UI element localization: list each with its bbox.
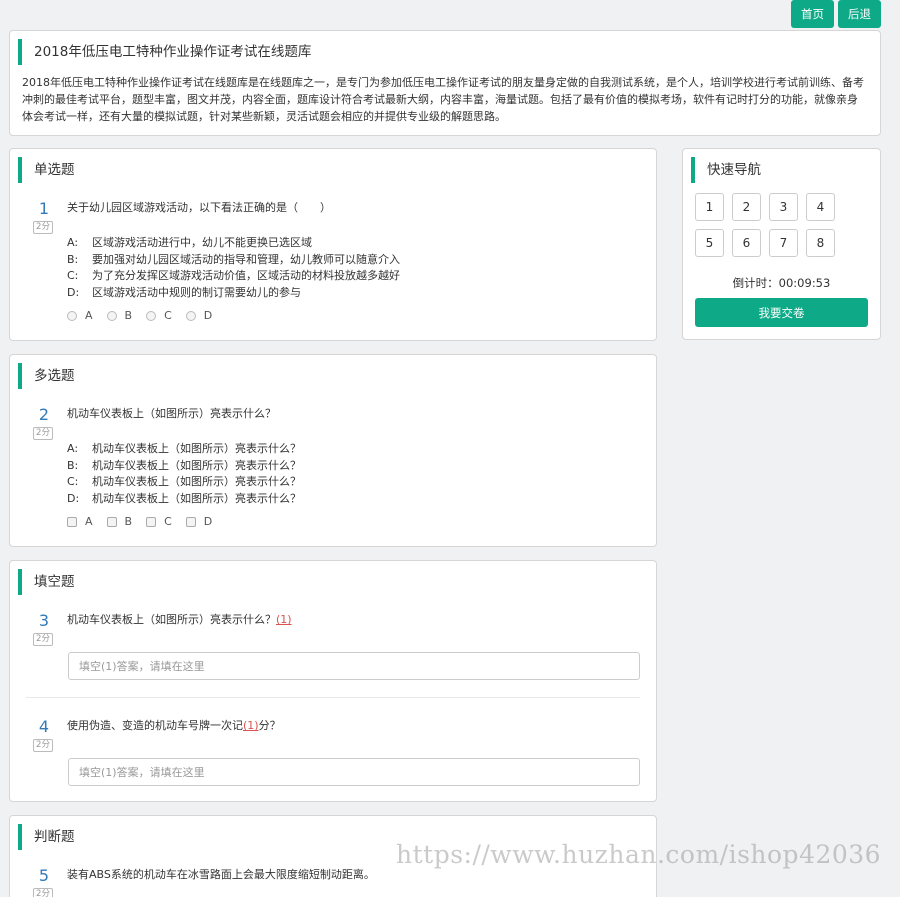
intro-panel: 2018年低压电工特种作业操作证考试在线题库 2018年低压电工特种作业操作证考… xyxy=(9,30,881,136)
home-button[interactable]: 首页 xyxy=(791,0,834,28)
question-score: 2分 xyxy=(33,633,53,646)
radio-a[interactable]: A xyxy=(67,309,93,322)
question-number: 2 xyxy=(38,405,50,424)
blank-marker: (1) xyxy=(276,613,292,626)
divider xyxy=(26,697,640,698)
countdown-timer: 倒计时：00:09:53 xyxy=(732,276,831,290)
nav-question-3[interactable]: 3 xyxy=(769,193,798,221)
page-title: 2018年低压电工特种作业操作证考试在线题库 xyxy=(18,39,311,65)
top-toolbar: 首页 后退 xyxy=(791,0,881,28)
quick-nav-panel: 快速导航 1 2 3 4 5 6 7 8 倒计时：00:09:53 我要交卷 xyxy=(682,148,881,340)
nav-question-2[interactable]: 2 xyxy=(732,193,761,221)
question-number: 1 xyxy=(38,199,50,218)
section-title-multi: 多选题 xyxy=(18,363,75,389)
checkbox-icon[interactable] xyxy=(185,516,196,527)
checkbox-d[interactable]: D xyxy=(185,515,212,528)
submit-exam-button[interactable]: 我要交卷 xyxy=(695,298,868,327)
radio-d[interactable]: D xyxy=(185,309,212,322)
option-a: A: 区域游戏活动进行中，幼儿不能更换已选区域 xyxy=(67,236,312,249)
nav-question-7[interactable]: 7 xyxy=(769,229,798,257)
nav-question-8[interactable]: 8 xyxy=(806,229,835,257)
option-b: B: 机动车仪表板上（如图所示）亮表示什么？ xyxy=(67,458,301,472)
answer-choices: A B C D xyxy=(67,515,226,528)
radio-circle-icon[interactable] xyxy=(146,310,157,321)
option-list: A: 机动车仪表板上（如图所示）亮表示什么？ B: 机动车仪表板上（如图所示）亮表示… xyxy=(67,441,301,507)
radio-c[interactable]: C xyxy=(146,309,172,322)
section-title-single: 单选题 xyxy=(18,157,75,183)
nav-question-1[interactable]: 1 xyxy=(695,193,724,221)
checkbox-b[interactable]: B xyxy=(106,515,132,528)
question-text: 装有ABS系统的机动车在冰雪路面上会最大限度缩短制动距离。 xyxy=(67,868,375,881)
blank-answer-input[interactable] xyxy=(68,758,640,786)
question-number: 3 xyxy=(38,611,50,630)
option-list: A: 区域游戏活动进行中，幼儿不能更换已选区域 B: 要加强对幼儿园区域活动的指导和… xyxy=(67,235,400,301)
checkbox-c[interactable]: C xyxy=(146,515,172,528)
radio-circle-icon[interactable] xyxy=(106,310,117,321)
fill-blank-section: 填空题 3 2分 机动车仪表板上（如图所示）亮表示什么？(1) 4 2分 使用伪… xyxy=(9,560,657,802)
question-score: 2分 xyxy=(33,427,53,440)
question-nav-grid: 1 2 3 4 5 6 7 8 xyxy=(695,193,835,257)
radio-b[interactable]: B xyxy=(106,309,132,322)
question-score: 2分 xyxy=(33,221,53,234)
single-choice-section: 单选题 1 2分 关于幼儿园区域游戏活动，以下看法正确的是（ ） A: 区域游戏活… xyxy=(9,148,657,341)
question-text: 机动车仪表板上（如图所示）亮表示什么？ xyxy=(67,407,276,420)
option-a: A: 机动车仪表板上（如图所示）亮表示什么？ xyxy=(67,442,301,455)
checkbox-icon[interactable] xyxy=(106,516,117,527)
intro-description: 2018年低压电工特种作业操作证考试在线题库是在线题库之一，是专门为参加低压电工… xyxy=(22,76,864,123)
question-number: 5 xyxy=(38,866,50,885)
nav-question-4[interactable]: 4 xyxy=(806,193,835,221)
option-c: C: 为了充分发挥区域游戏活动价值，区域活动的材料投放越多越好 xyxy=(67,269,400,282)
option-b: B: 要加强对幼儿园区域活动的指导和管理，幼儿教师可以随意介入 xyxy=(67,252,400,266)
blank-answer-input[interactable] xyxy=(68,652,640,680)
option-c: C: 机动车仪表板上（如图所示）亮表示什么？ xyxy=(67,475,301,488)
blank-marker: (1) xyxy=(243,719,259,732)
question-score: 2分 xyxy=(33,888,53,897)
question-number: 4 xyxy=(38,717,50,736)
checkbox-icon[interactable] xyxy=(146,516,157,527)
option-d: D: 机动车仪表板上（如图所示）亮表示什么？ xyxy=(67,491,301,505)
radio-circle-icon[interactable] xyxy=(185,310,196,321)
watermark: https://www.huzhan.com/ishop42036 xyxy=(396,840,882,869)
checkbox-a[interactable]: A xyxy=(67,515,93,528)
question-score: 2分 xyxy=(33,739,53,752)
question-text: 关于幼儿园区域游戏活动，以下看法正确的是（ ） xyxy=(67,201,331,214)
section-title-judge: 判断题 xyxy=(18,824,75,850)
nav-question-6[interactable]: 6 xyxy=(732,229,761,257)
question-text: 机动车仪表板上（如图所示）亮表示什么？(1) xyxy=(67,613,292,626)
nav-title: 快速导航 xyxy=(691,157,761,183)
option-d: D: 区域游戏活动中规则的制订需要幼儿的参与 xyxy=(67,285,301,299)
nav-question-5[interactable]: 5 xyxy=(695,229,724,257)
answer-choices: A B C D xyxy=(67,309,226,322)
radio-circle-icon[interactable] xyxy=(67,310,77,321)
section-title-fill: 填空题 xyxy=(18,569,75,595)
back-button[interactable]: 后退 xyxy=(838,0,881,28)
multi-choice-section: 多选题 2 2分 机动车仪表板上（如图所示）亮表示什么？ A: 机动车仪表板上（如… xyxy=(9,354,657,547)
question-text: 使用伪造、变造的机动车号牌一次记(1)分？ xyxy=(67,719,281,732)
checkbox-icon[interactable] xyxy=(67,516,77,527)
